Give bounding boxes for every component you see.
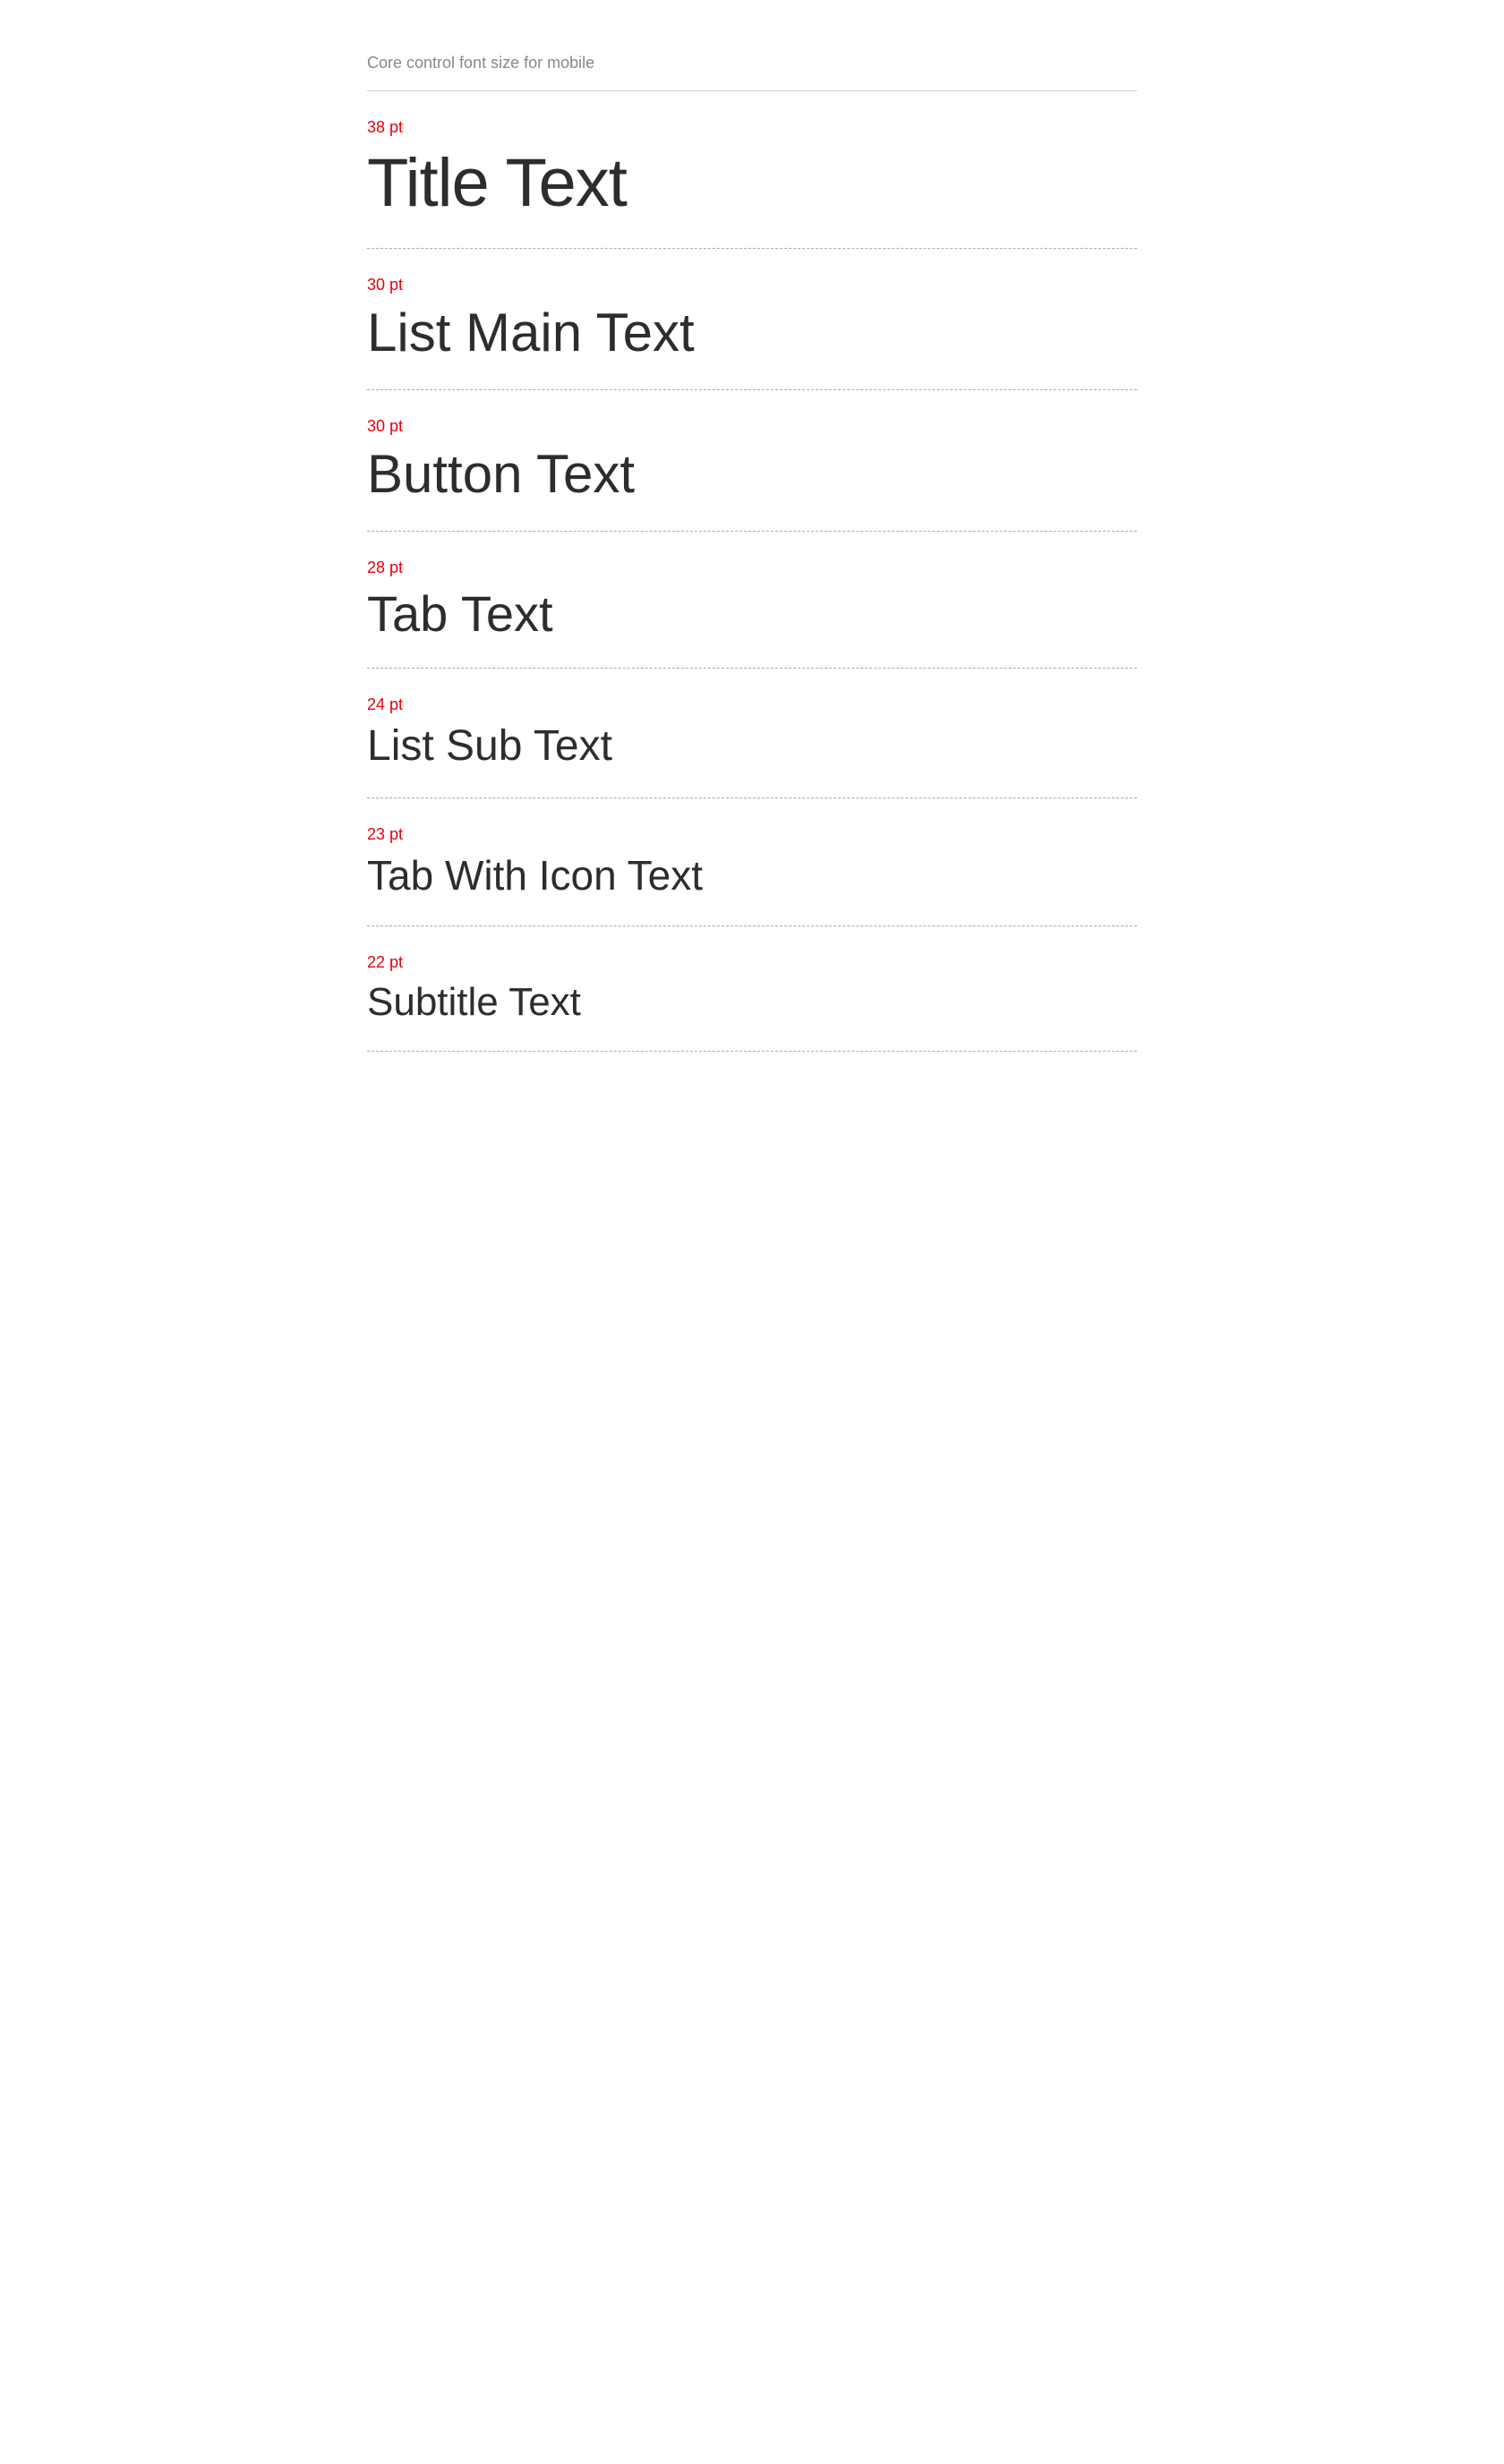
font-sample-button-text: Button Text xyxy=(367,445,1137,504)
font-rows-container: 38 pt Title Text 30 pt List Main Text 30 pt B… xyxy=(367,91,1137,1052)
pt-label-subtitle-text: 22 pt xyxy=(367,953,1137,972)
pt-label-button-text: 30 pt xyxy=(367,417,1137,436)
font-sample-tab-with-icon-text: Tab With Icon Text xyxy=(367,853,1137,899)
font-sample-tab-text: Tab Text xyxy=(367,586,1137,642)
font-row-title-text: 38 pt Title Text xyxy=(367,91,1137,249)
font-row-button-text: 30 pt Button Text xyxy=(367,390,1137,532)
pt-label-list-sub-text: 24 pt xyxy=(367,695,1137,714)
font-sample-subtitle-text: Subtitle Text xyxy=(367,981,1137,1024)
pt-label-list-main-text: 30 pt xyxy=(367,276,1137,294)
pt-label-tab-with-icon-text: 23 pt xyxy=(367,825,1137,844)
main-container: Core control font size for mobile 38 pt T… xyxy=(367,0,1137,1052)
font-row-tab-with-icon-text: 23 pt Tab With Icon Text xyxy=(367,798,1137,926)
font-row-subtitle-text: 22 pt Subtitle Text xyxy=(367,926,1137,1052)
font-sample-title-text: Title Text xyxy=(367,146,1137,221)
font-row-list-sub-text: 24 pt List Sub Text xyxy=(367,669,1137,798)
font-sample-list-main-text: List Main Text xyxy=(367,303,1137,362)
pt-label-title-text: 38 pt xyxy=(367,118,1137,137)
pt-label-tab-text: 28 pt xyxy=(367,558,1137,577)
page-header-label: Core control font size for mobile xyxy=(367,54,594,72)
font-row-tab-text: 28 pt Tab Text xyxy=(367,532,1137,669)
font-row-list-main-text: 30 pt List Main Text xyxy=(367,249,1137,390)
page-header: Core control font size for mobile xyxy=(367,54,1137,91)
font-sample-list-sub-text: List Sub Text xyxy=(367,723,1137,771)
